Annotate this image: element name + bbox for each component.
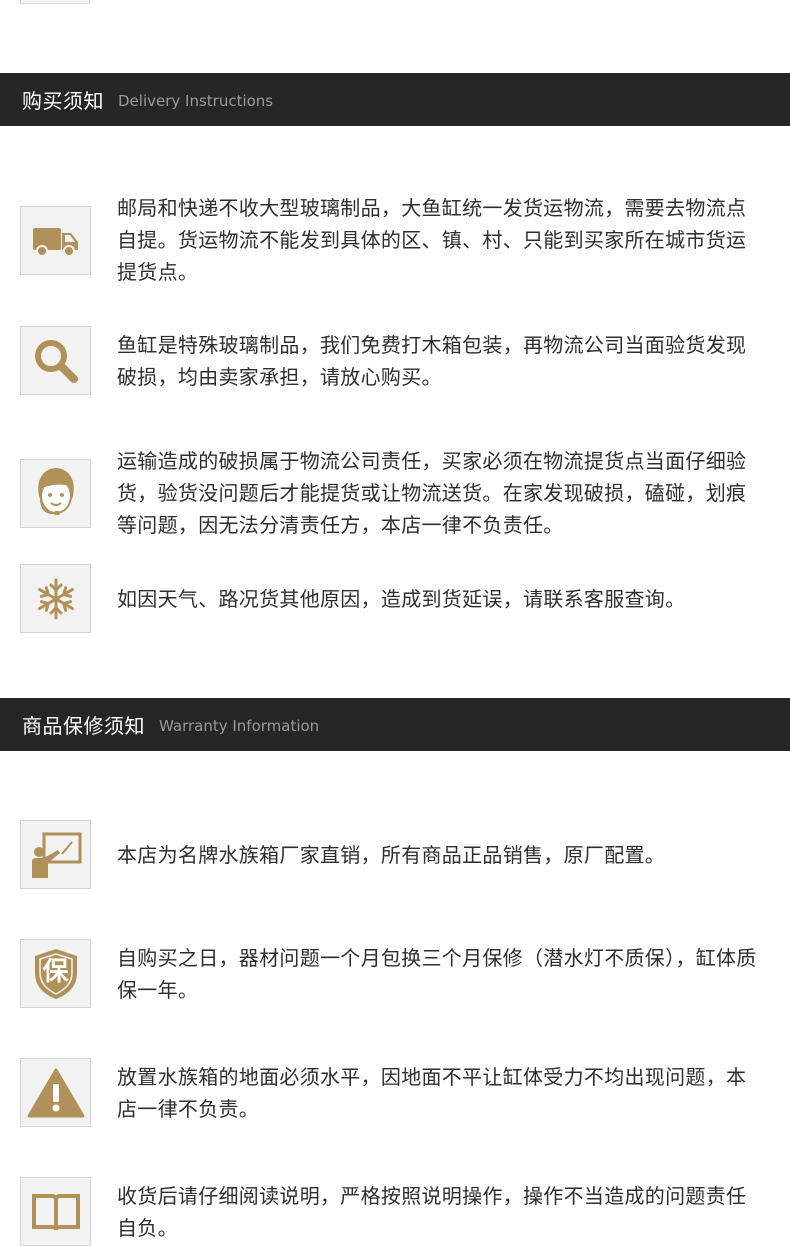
truck-icon [20,205,91,275]
warranty-item: 本店为名牌水族箱厂家直销，所有商品正品销售，原厂配置。 [20,820,790,889]
warranty-section-header: 商品保修须知 Warranty Information [0,698,790,751]
warranty-subtitle: Warranty Information [159,717,320,735]
warranty-item-text: 本店为名牌水族箱厂家直销，所有商品正品销售，原厂配置。 [117,842,666,867]
warranty-item-text: 收货后请仔细阅读说明，严格按照说明操作，操作不当造成的问题责任自负。 [117,1183,747,1240]
previous-icon-box [20,0,90,4]
delivery-item-text: 邮局和快递不收大型玻璃制品，大鱼缸统一发货运物流，需要去物流点自提。货运物流不能… [117,196,747,284]
teacher-board-icon [20,820,91,889]
book-icon [20,1177,91,1246]
warranty-item: 保 自购买之日，器材问题一个月包换三个月保修（潜水灯不质保），缸体质保一年。 [20,939,790,1008]
delivery-subtitle: Delivery Instructions [118,92,274,110]
delivery-item-text: 鱼缸是特殊玻璃制品，我们免费打木箱包装，再物流公司当面验货发现破损，均由卖家承担… [117,332,747,389]
delivery-item: 鱼缸是特殊玻璃制品，我们免费打木箱包装，再物流公司当面验货发现破损，均由卖家承担… [20,326,790,395]
delivery-item: 邮局和快递不收大型玻璃制品，大鱼缸统一发货运物流，需要去物流点自提。货运物流不能… [20,192,790,288]
magnifier-icon [20,326,91,395]
delivery-item: 运输造成的破损属于物流公司责任，买家必须在物流提货点当面仔细验货，验货没问题后才… [20,445,790,541]
delivery-item-text: 运输造成的破损属于物流公司责任，买家必须在物流提货点当面仔细验货，验货没问题后才… [117,449,747,537]
customer-service-icon [20,458,91,528]
shield-bao-icon: 保 [20,939,91,1008]
warranty-item-text: 放置水族箱的地面必须水平，因地面不平让缸体受力不均出现问题，本店一律不负责。 [117,1064,747,1121]
delivery-section-header: 购买须知 Delivery Instructions [0,73,790,126]
warranty-title: 商品保修须知 [22,714,145,738]
snowflake-icon [20,564,91,633]
delivery-item-text: 如因天气、路况货其他原因，造成到货延误，请联系客服查询。 [117,586,686,611]
delivery-item: 如因天气、路况货其他原因，造成到货延误，请联系客服查询。 [20,564,790,633]
warning-icon [20,1058,91,1127]
warranty-item: 放置水族箱的地面必须水平，因地面不平让缸体受力不均出现问题，本店一律不负责。 [20,1058,790,1127]
warranty-item-text: 自购买之日，器材问题一个月包换三个月保修（潜水灯不质保），缸体质保一年。 [117,945,757,1002]
delivery-title: 购买须知 [22,89,104,113]
shield-badge-text: 保 [42,956,69,987]
warranty-item: 收货后请仔细阅读说明，严格按照说明操作，操作不当造成的问题责任自负。 [20,1177,790,1246]
